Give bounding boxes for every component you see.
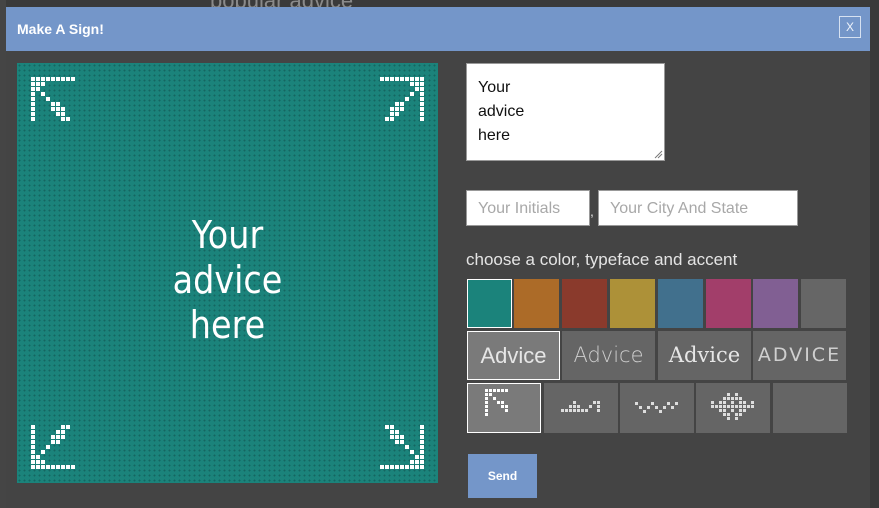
sign-preview: Your advice here [17,63,438,483]
corner-arrow-top-left-icon [31,77,75,121]
color-swatch-red[interactable] [562,279,607,328]
modal-header: Make A Sign! X [6,7,870,51]
typeface-option-1[interactable]: Advice [467,331,560,380]
send-button[interactable]: Send [468,454,537,498]
advice-text-line: here [478,127,511,144]
accent-option-waves[interactable] [620,383,694,433]
corner-arrow-bottom-right-icon [380,425,424,469]
advice-text-line: advice [478,103,525,120]
corner-arrow-bottom-left-icon [31,425,75,469]
close-button[interactable]: X [839,16,861,38]
make-sign-modal: Make A Sign! X Your advice here Your adv… [6,7,870,508]
modal-title: Make A Sign! [17,21,104,37]
mountain-pattern-icon [561,401,600,412]
initials-input[interactable]: Your Initials [466,190,590,226]
corner-arrow-top-right-icon [380,77,424,121]
color-swatch-gray[interactable] [801,279,846,328]
color-swatch-magenta[interactable] [706,279,751,328]
typeface-option-3[interactable]: Advice [658,331,751,380]
color-swatch-mustard[interactable] [610,279,655,328]
city-state-input[interactable]: Your City And State [598,190,798,226]
corner-arrows-icon [485,389,508,416]
accent-option-none[interactable] [773,383,847,433]
advice-textarea[interactable]: Your advice here [466,63,665,161]
choose-label: choose a color, typeface and accent [466,250,738,269]
accent-option-corner-arrows[interactable] [467,383,541,433]
color-swatch-teal[interactable] [467,279,512,328]
accent-option-mountain[interactable] [544,383,618,433]
color-swatch-orange[interactable] [514,279,559,328]
field-separator: , [590,203,594,219]
sign-line: advice [172,258,283,302]
typeface-option-4[interactable]: ADVICE [753,331,846,380]
sign-message: Your advice here [17,213,438,348]
waves-pattern-icon [635,402,678,413]
color-swatch-purple[interactable] [753,279,798,328]
resize-grip-icon[interactable] [654,150,663,159]
accent-option-invader[interactable] [696,383,770,433]
advice-text-line: Your [478,79,511,96]
typeface-option-2[interactable]: Advice [562,331,655,380]
invader-pattern-icon [711,393,754,420]
sign-line: here [189,303,266,347]
sign-line: Your [191,213,264,257]
color-swatch-steel-blue[interactable] [658,279,703,328]
